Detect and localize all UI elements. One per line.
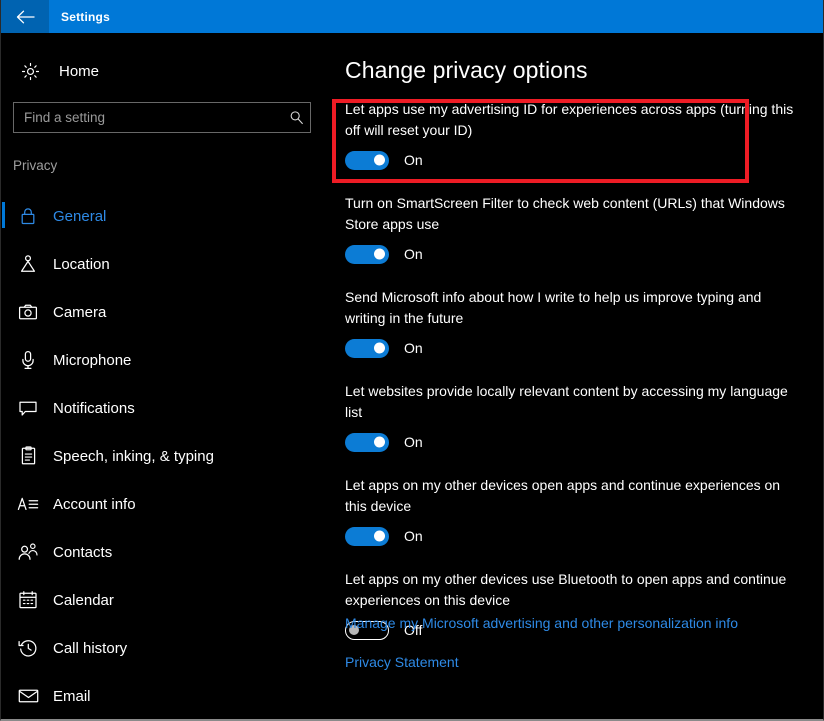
privacy-statement-link[interactable]: Privacy Statement bbox=[345, 654, 815, 670]
sidebar-item-home[interactable]: Home bbox=[9, 54, 309, 88]
contacts-icon bbox=[15, 542, 41, 562]
toggle-switch[interactable] bbox=[345, 150, 389, 170]
selection-accent-bar bbox=[2, 490, 5, 516]
selection-accent-bar bbox=[2, 682, 5, 708]
selection-accent-bar bbox=[2, 298, 5, 324]
toggle-state-label: On bbox=[404, 340, 423, 356]
calendar-icon bbox=[15, 590, 41, 610]
location-pin-icon bbox=[15, 254, 41, 274]
title-bar: Settings bbox=[1, 0, 823, 33]
toggle-row: On bbox=[345, 432, 823, 452]
search-box[interactable] bbox=[13, 102, 311, 133]
toggle-knob bbox=[374, 342, 385, 354]
notification-icon bbox=[15, 399, 41, 417]
toggle-row: On bbox=[345, 526, 823, 546]
toggle-knob bbox=[374, 436, 385, 448]
sidebar-item-camera[interactable]: Camera bbox=[1, 288, 331, 336]
setting-description: Let apps on my other devices open apps a… bbox=[345, 477, 781, 514]
back-button[interactable] bbox=[1, 0, 49, 33]
sidebar-item-location[interactable]: Location bbox=[1, 240, 331, 288]
sidebar-item-label: Calendar bbox=[53, 591, 114, 609]
selection-accent-bar bbox=[2, 394, 5, 420]
camera-icon bbox=[15, 303, 41, 321]
toggle-switch[interactable] bbox=[345, 432, 389, 452]
sidebar-item-calendar[interactable]: Calendar bbox=[1, 576, 331, 624]
search-input[interactable] bbox=[14, 103, 282, 132]
selection-accent-bar bbox=[2, 202, 5, 228]
back-arrow-icon bbox=[16, 10, 35, 24]
sidebar-home-label: Home bbox=[59, 62, 100, 80]
selection-accent-bar bbox=[2, 586, 5, 612]
sidebar-item-label: Speech, inking, & typing bbox=[53, 447, 214, 465]
setting-typing-info: Send Microsoft info about how I write to… bbox=[331, 287, 823, 358]
toggle-switch[interactable] bbox=[345, 244, 389, 264]
main-content: Change privacy options Let apps use my a… bbox=[331, 33, 823, 719]
sidebar-nav-list: General Location Camera Microphone Notif… bbox=[1, 192, 331, 719]
selection-accent-bar bbox=[2, 346, 5, 372]
toggle-knob bbox=[374, 530, 385, 542]
toggle-state-label: On bbox=[404, 434, 423, 450]
sidebar-item-label: Call history bbox=[53, 639, 128, 657]
account-info-icon bbox=[15, 495, 41, 513]
sidebar-item-account-info[interactable]: Account info bbox=[1, 480, 331, 528]
sidebar-item-call-history[interactable]: Call history bbox=[1, 624, 331, 672]
email-icon bbox=[15, 688, 41, 704]
sidebar-item-microphone[interactable]: Microphone bbox=[1, 336, 331, 384]
toggle-knob bbox=[374, 248, 385, 260]
window-title: Settings bbox=[61, 9, 110, 24]
setting-description: Turn on SmartScreen Filter to check web … bbox=[345, 195, 785, 232]
selection-accent-bar bbox=[2, 442, 5, 468]
sidebar-item-label: Email bbox=[53, 687, 91, 705]
sidebar-item-label: Notifications bbox=[53, 399, 135, 417]
setting-description: Send Microsoft info about how I write to… bbox=[345, 289, 762, 326]
sidebar-item-label: Location bbox=[53, 255, 110, 273]
sidebar-item-label: Camera bbox=[53, 303, 107, 321]
toggle-state-label: On bbox=[404, 246, 423, 262]
page-title: Change privacy options bbox=[345, 57, 588, 83]
sidebar-item-email[interactable]: Email bbox=[1, 672, 331, 719]
setting-language-list: Let websites provide locally relevant co… bbox=[331, 381, 823, 452]
setting-description: Let apps on my other devices use Bluetoo… bbox=[345, 571, 787, 608]
toggle-switch[interactable] bbox=[345, 526, 389, 546]
manage-advertising-link[interactable]: Manage my Microsoft advertising and othe… bbox=[345, 615, 815, 631]
setting-cross-device-apps: Let apps on my other devices open apps a… bbox=[331, 475, 823, 546]
toggle-row: On bbox=[345, 150, 823, 170]
sidebar-item-label: General bbox=[53, 207, 107, 225]
selection-accent-bar bbox=[2, 634, 5, 660]
setting-smartscreen-filter: Turn on SmartScreen Filter to check web … bbox=[331, 193, 823, 264]
toggle-state-label: On bbox=[404, 152, 423, 168]
lock-icon bbox=[15, 206, 41, 226]
sidebar-item-label: Contacts bbox=[53, 543, 113, 561]
microphone-icon bbox=[15, 350, 41, 370]
sidebar-item-speech-inking-typing[interactable]: Speech, inking, & typing bbox=[1, 432, 331, 480]
sidebar-item-contacts[interactable]: Contacts bbox=[1, 528, 331, 576]
settings-list: Let apps use my advertising ID for exper… bbox=[331, 99, 823, 663]
settings-window: Settings Home Privacy bbox=[0, 0, 824, 721]
toggle-switch[interactable] bbox=[345, 338, 389, 358]
toggle-row: On bbox=[345, 338, 823, 358]
setting-description: Let websites provide locally relevant co… bbox=[345, 383, 788, 420]
clipboard-icon bbox=[15, 446, 41, 466]
setting-advertising-id: Let apps use my advertising ID for exper… bbox=[331, 99, 823, 170]
call-history-icon bbox=[15, 638, 41, 658]
toggle-row: On bbox=[345, 244, 823, 264]
sidebar-item-notifications[interactable]: Notifications bbox=[1, 384, 331, 432]
sidebar-item-general[interactable]: General bbox=[1, 192, 331, 240]
sidebar-item-label: Account info bbox=[53, 495, 136, 513]
sidebar-group-label: Privacy bbox=[13, 158, 58, 173]
selection-accent-bar bbox=[2, 250, 5, 276]
links-section: Manage my Microsoft advertising and othe… bbox=[345, 615, 815, 693]
sidebar-item-label: Microphone bbox=[53, 351, 132, 369]
toggle-knob bbox=[374, 154, 385, 166]
setting-description: Let apps use my advertising ID for exper… bbox=[345, 101, 794, 138]
search-icon[interactable] bbox=[282, 110, 310, 125]
selection-accent-bar bbox=[2, 538, 5, 564]
sidebar: Home Privacy General bbox=[1, 33, 331, 719]
toggle-state-label: On bbox=[404, 528, 423, 544]
gear-icon bbox=[15, 62, 45, 81]
